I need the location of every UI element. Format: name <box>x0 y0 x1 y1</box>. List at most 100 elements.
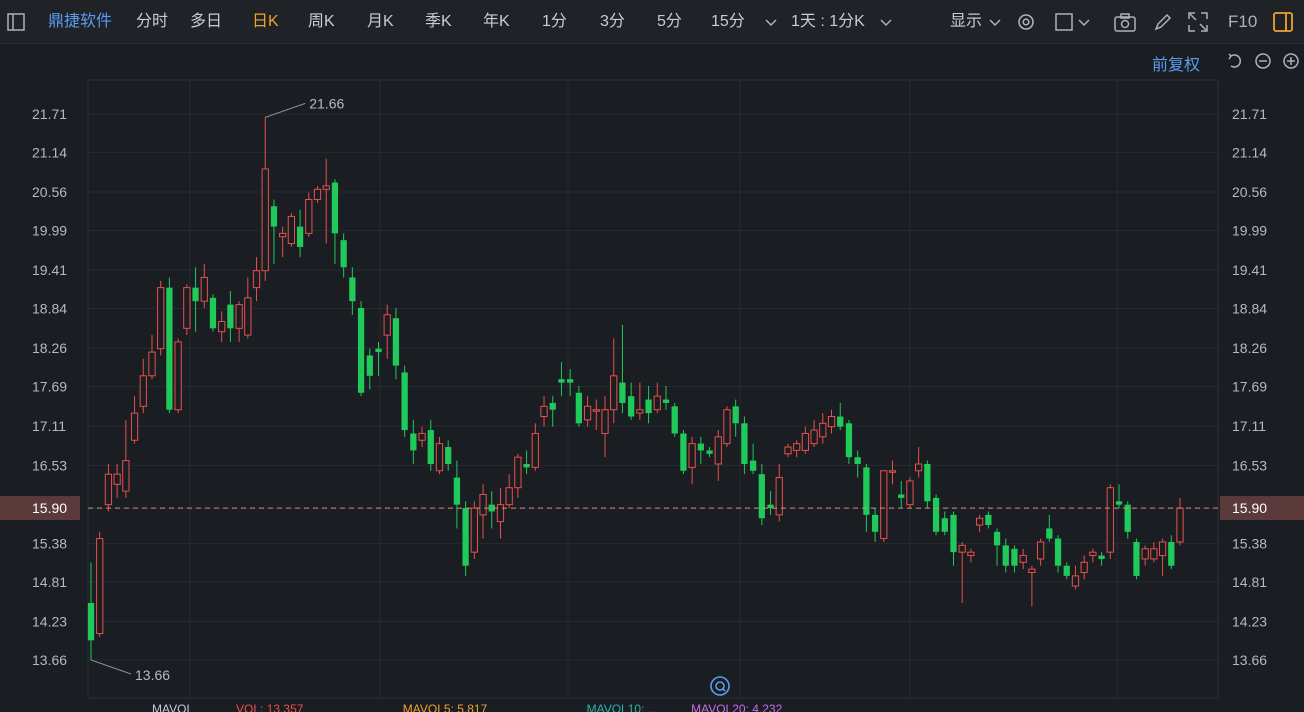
candle <box>401 365 408 437</box>
stock-name[interactable]: 鼎捷软件 <box>48 0 112 44</box>
chevron-down-icon[interactable] <box>1077 16 1091 34</box>
candle-body <box>418 432 426 441</box>
vol-label: VOL: 13.357 <box>236 702 304 712</box>
candle <box>252 257 261 302</box>
tab-5min[interactable]: 5分 <box>657 0 682 44</box>
candle-body <box>1080 561 1088 574</box>
y-tick-left: 18.84 <box>32 301 67 317</box>
camera-icon[interactable] <box>1113 11 1137 38</box>
fullscreen-icon[interactable] <box>1187 11 1209 38</box>
y-tick-left: 20.56 <box>32 184 67 200</box>
candle <box>357 301 365 397</box>
candle <box>924 460 931 509</box>
volume-legend: MAVOL VOL: 13.357 MAVOL5: 5.817 MAVOL10:… <box>96 702 782 712</box>
zoom-out-icon[interactable] <box>1254 52 1272 75</box>
candle-body <box>583 405 592 421</box>
sidebar-toggle-icon[interactable] <box>6 12 26 37</box>
f10-button[interactable]: F10 <box>1228 0 1257 44</box>
candle <box>967 548 975 563</box>
chart-grid <box>87 79 1219 699</box>
candle <box>410 419 417 464</box>
tab-season-k[interactable]: 季K <box>425 0 452 44</box>
candle-body <box>305 198 313 234</box>
candle-body <box>619 382 626 403</box>
candle <box>662 385 670 410</box>
candle <box>166 277 173 414</box>
candle <box>514 453 522 498</box>
candle <box>592 399 600 431</box>
candle-body <box>993 531 1001 546</box>
candle-body <box>985 514 992 526</box>
y-tick-left: 21.14 <box>32 145 67 161</box>
candle <box>130 396 139 444</box>
candle <box>706 447 713 458</box>
search-circle-icon[interactable] <box>709 675 731 702</box>
checkbox-icon[interactable] <box>1054 12 1074 37</box>
candle <box>244 277 252 339</box>
candle-body <box>975 517 984 526</box>
candle-body <box>758 474 765 519</box>
candle <box>287 213 296 247</box>
candle-body <box>453 477 461 505</box>
tab-duori[interactable]: 多日 <box>190 0 222 44</box>
candle-body <box>296 226 304 247</box>
candle-body <box>252 270 261 289</box>
candle-body <box>479 494 487 516</box>
candle <box>671 402 678 437</box>
candlestick-chart[interactable]: 21.71 21.14 20.56 19.99 19.41 18.84 18.26 17.69… <box>0 0 1304 712</box>
tab-1min[interactable]: 1分 <box>542 0 567 44</box>
candle-body <box>218 321 226 333</box>
candle-body <box>383 314 391 336</box>
candle-body <box>200 276 208 302</box>
pencil-icon[interactable] <box>1152 11 1174 38</box>
display-menu[interactable]: 显示 <box>950 0 982 44</box>
mavol5-label: MAVOL5: 5.817 <box>402 702 488 712</box>
candle-body <box>279 232 287 238</box>
candle-body <box>706 450 713 454</box>
candle <box>688 436 696 485</box>
annotations: 15.90 15.90 21.66 13.66 <box>0 95 1304 683</box>
candle-body <box>331 182 339 234</box>
current-price-left: 15.90 <box>32 500 67 516</box>
y-axis-left: 21.71 21.14 20.56 19.99 19.41 18.84 18.26 17.69… <box>32 106 67 668</box>
candle-body <box>270 206 278 227</box>
y-tick-left: 15.38 <box>32 535 67 551</box>
y-tick-right: 16.53 <box>1232 457 1267 473</box>
candle-body <box>636 409 644 414</box>
candle <box>1106 484 1114 559</box>
tab-month-k[interactable]: 月K <box>367 0 394 44</box>
panel-toggle-icon[interactable] <box>1272 11 1294 38</box>
candle-body <box>688 443 696 468</box>
candle-body <box>1002 545 1009 566</box>
candle <box>854 450 861 478</box>
period-select[interactable]: 1天 : 1分K <box>791 0 865 44</box>
chevron-down-icon[interactable] <box>879 16 893 34</box>
tab-15min[interactable]: 15分 <box>711 0 745 44</box>
tab-3min[interactable]: 3分 <box>600 0 625 44</box>
tab-day-k[interactable]: 日K <box>252 0 279 44</box>
gear-icon[interactable] <box>1015 11 1037 38</box>
zoom-in-icon[interactable] <box>1282 52 1300 75</box>
candle-body <box>810 429 818 445</box>
high-leader <box>265 102 306 118</box>
low-leader <box>90 659 132 675</box>
candle-body <box>906 480 914 506</box>
chevron-down-icon[interactable] <box>988 16 1002 34</box>
candle-body <box>1054 538 1062 566</box>
candle-body <box>775 477 783 516</box>
candle-body <box>749 460 757 471</box>
chevron-down-icon[interactable] <box>764 16 778 34</box>
candle <box>331 179 339 264</box>
candle-body <box>157 287 165 350</box>
candle-body <box>854 457 861 464</box>
candle <box>784 443 792 458</box>
tab-week-k[interactable]: 周K <box>308 0 335 44</box>
tab-year-k[interactable]: 年K <box>483 0 510 44</box>
candle-body <box>767 504 774 509</box>
candle <box>279 226 287 258</box>
tab-fenshi[interactable]: 分时 <box>136 0 168 44</box>
undo-icon[interactable] <box>1226 52 1244 75</box>
candle-body <box>1124 504 1131 532</box>
candle-body <box>209 297 217 329</box>
adjust-mode[interactable]: 前复权 <box>1152 51 1200 75</box>
